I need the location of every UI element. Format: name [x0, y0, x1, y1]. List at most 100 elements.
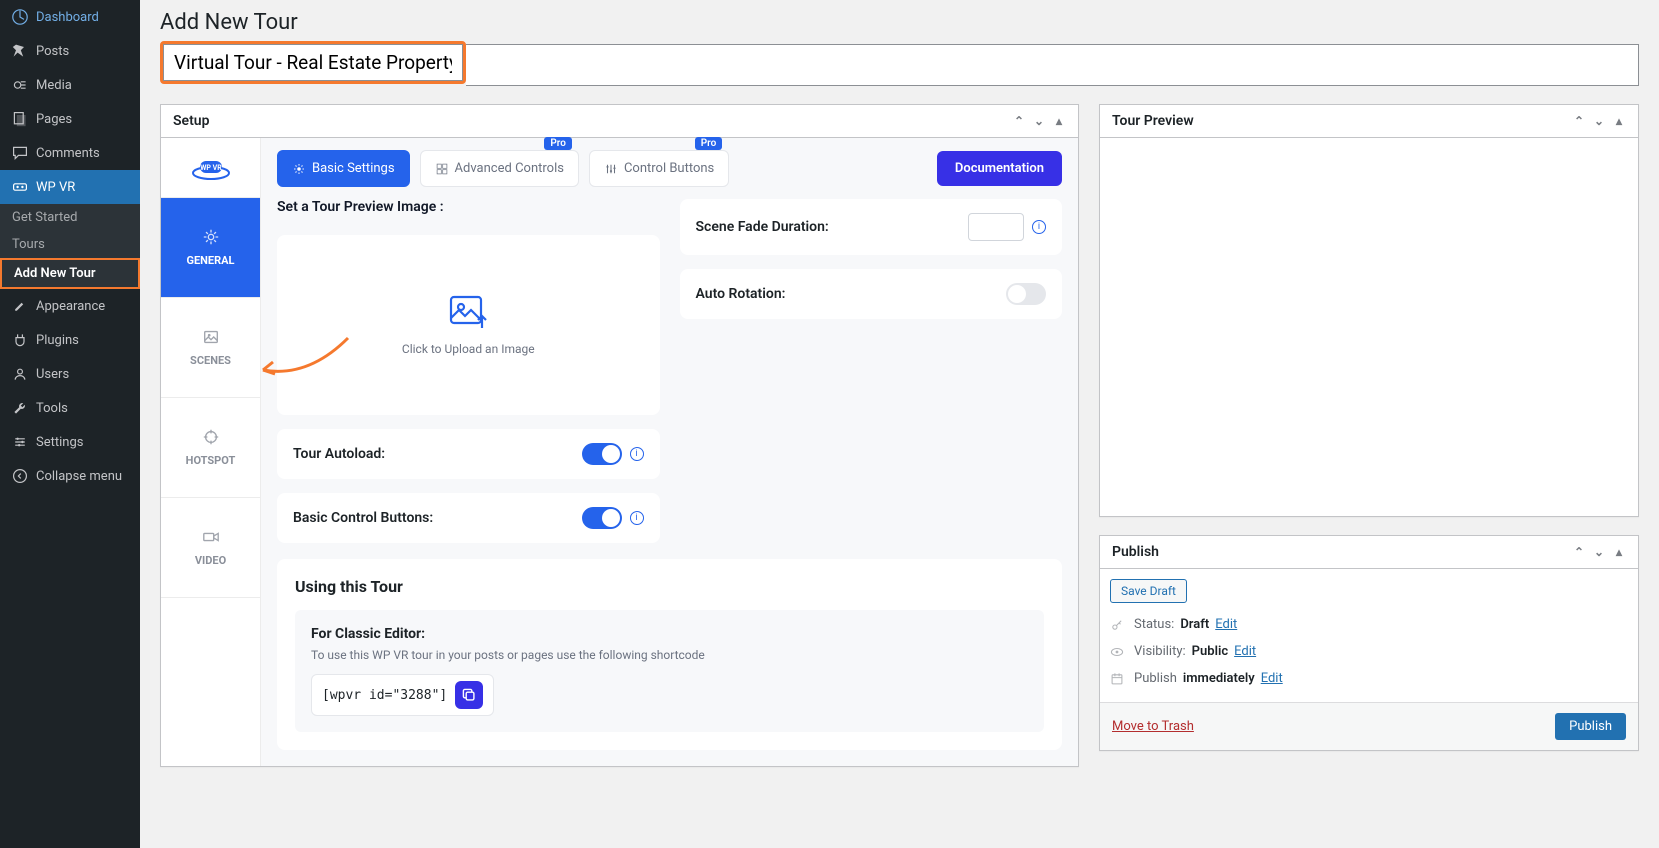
sidebar-label: Plugins [36, 333, 79, 348]
sidebar-item-settings[interactable]: Settings [0, 425, 140, 459]
sidebar-item-comments[interactable]: Comments [0, 136, 140, 170]
sidebar-item-wpvr[interactable]: WP VR [0, 170, 140, 204]
panel-down-icon[interactable]: ⌄ [1032, 114, 1046, 128]
key-icon [1110, 618, 1128, 632]
wpvr-logo: WP VR [161, 138, 260, 198]
panel-toggle-icon[interactable]: ▴ [1612, 545, 1626, 559]
panel-down-icon[interactable]: ⌄ [1592, 545, 1606, 559]
status-value: Draft [1180, 617, 1209, 632]
sidenav-hotspot[interactable]: HOTSPOT [161, 398, 260, 498]
sidebar-item-pages[interactable]: Pages [0, 102, 140, 136]
video-icon [202, 528, 220, 546]
documentation-button[interactable]: Documentation [937, 151, 1062, 186]
edit-schedule-link[interactable]: Edit [1261, 671, 1283, 686]
panel-up-icon[interactable]: ⌃ [1572, 545, 1586, 559]
publish-panel: Publish ⌃ ⌄ ▴ Save Draft Status: Draft E… [1099, 535, 1639, 751]
status-label: Status: [1134, 617, 1174, 632]
plugin-icon [10, 330, 30, 350]
sidebar-label: WP VR [36, 180, 75, 195]
info-icon[interactable]: i [1032, 220, 1046, 234]
copy-shortcode-button[interactable] [455, 681, 483, 709]
sidebar-label: Tools [36, 401, 68, 416]
pro-badge: Pro [695, 137, 723, 150]
upload-image-icon [448, 294, 488, 330]
tour-title-input[interactable] [163, 44, 463, 81]
move-to-trash-link[interactable]: Move to Trash [1112, 719, 1194, 734]
panel-up-icon[interactable]: ⌃ [1572, 114, 1586, 128]
submenu-tours[interactable]: Tours [0, 231, 140, 258]
sidebar-item-tools[interactable]: Tools [0, 391, 140, 425]
sidenav-scenes[interactable]: SCENES [161, 298, 260, 398]
submenu-get-started[interactable]: Get Started [0, 204, 140, 231]
classic-editor-heading: For Classic Editor: [311, 626, 1028, 642]
pin-icon [10, 41, 30, 61]
auto-rotation-toggle[interactable] [1006, 283, 1046, 305]
sidenav-label: SCENES [190, 354, 231, 367]
tab-label: Basic Settings [312, 161, 395, 176]
basic-controls-label: Basic Control Buttons: [293, 510, 433, 526]
svg-text:WP VR: WP VR [200, 164, 222, 172]
panel-toggle-icon[interactable]: ▴ [1612, 114, 1626, 128]
sidebar-item-appearance[interactable]: Appearance [0, 289, 140, 323]
sliders-icon [604, 162, 618, 176]
tool-icon [10, 398, 30, 418]
sidebar-label: Collapse menu [36, 469, 122, 484]
sidebar-label: Settings [36, 435, 83, 450]
tab-advanced-controls[interactable]: Pro Advanced Controls [420, 150, 579, 187]
panel-title: Tour Preview [1112, 113, 1194, 129]
tab-basic-settings[interactable]: Basic Settings [277, 150, 410, 187]
info-icon[interactable]: i [630, 447, 644, 461]
schedule-value: immediately [1183, 671, 1255, 686]
sidenav-video[interactable]: VIDEO [161, 498, 260, 598]
schedule-label: Publish [1134, 671, 1177, 686]
edit-visibility-link[interactable]: Edit [1234, 644, 1256, 659]
setup-sidenav: WP VR GENERAL SCENES [161, 138, 261, 766]
sidenav-general[interactable]: GENERAL [161, 198, 260, 298]
save-draft-button[interactable]: Save Draft [1110, 579, 1187, 603]
sidebar-item-dashboard[interactable]: Dashboard [0, 0, 140, 34]
sidebar-label: Dashboard [36, 10, 99, 25]
info-icon[interactable]: i [630, 511, 644, 525]
visibility-label: Visibility: [1134, 644, 1186, 659]
sidebar-item-collapse[interactable]: Collapse menu [0, 459, 140, 493]
tour-preview-canvas [1100, 138, 1638, 516]
panel-title: Setup [173, 113, 209, 129]
sidebar-item-users[interactable]: Users [0, 357, 140, 391]
preview-image-label: Set a Tour Preview Image : [277, 199, 660, 215]
sidebar-item-posts[interactable]: Posts [0, 34, 140, 68]
publish-button[interactable]: Publish [1555, 713, 1626, 740]
main-content: Add New Tour Screen Options Setup ⌃ ⌄ ▴ [140, 0, 1659, 767]
tab-control-buttons[interactable]: Pro Control Buttons [589, 150, 729, 187]
panel-toggle-icon[interactable]: ▴ [1052, 114, 1066, 128]
sidebar-item-plugins[interactable]: Plugins [0, 323, 140, 357]
sidebar-submenu: Get Started Tours Add New Tour [0, 204, 140, 289]
brush-icon [10, 296, 30, 316]
admin-sidebar: Dashboard Posts Media Pages Comments WP … [0, 0, 140, 848]
collapse-icon [10, 466, 30, 486]
sidebar-label: Posts [36, 44, 69, 59]
title-input-extension[interactable] [466, 44, 1639, 86]
autoload-toggle[interactable] [582, 443, 622, 465]
settings-icon [10, 432, 30, 452]
calendar-icon [1110, 672, 1128, 686]
gear-icon [292, 162, 306, 176]
dashboard-icon [10, 7, 30, 27]
tour-preview-panel: Tour Preview ⌃ ⌄ ▴ [1099, 104, 1639, 517]
basic-controls-toggle[interactable] [582, 507, 622, 529]
pro-badge: Pro [544, 137, 572, 150]
panel-down-icon[interactable]: ⌄ [1592, 114, 1606, 128]
page-title: Add New Tour [160, 10, 298, 35]
sidebar-item-media[interactable]: Media [0, 68, 140, 102]
edit-status-link[interactable]: Edit [1215, 617, 1237, 632]
sidebar-label: Media [36, 78, 72, 93]
upload-image-area[interactable]: Click to Upload an Image [277, 235, 660, 415]
eye-icon [1110, 645, 1128, 659]
submenu-add-new-tour[interactable]: Add New Tour [0, 258, 140, 289]
vr-icon [10, 177, 30, 197]
sidebar-label: Comments [36, 146, 100, 161]
panel-up-icon[interactable]: ⌃ [1012, 114, 1026, 128]
target-icon [202, 428, 220, 446]
auto-rotation-label: Auto Rotation: [696, 286, 786, 302]
fade-duration-input[interactable] [968, 213, 1024, 241]
upload-hint-text: Click to Upload an Image [402, 342, 535, 356]
